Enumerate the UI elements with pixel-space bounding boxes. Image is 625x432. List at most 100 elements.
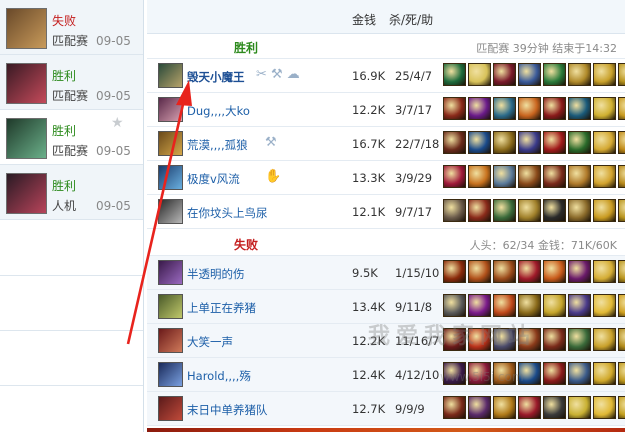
player-name-link[interactable]: 半透明的伤 [187,266,245,282]
trinket-item-icon[interactable] [618,97,625,120]
player-name-link[interactable]: 毁天小魔王 [187,69,245,85]
item-icon[interactable] [443,396,466,419]
player-row[interactable]: 荒漠,,,,孤狼 ⚒ 16.7K 22/7/18 [147,127,625,161]
player-name-link[interactable]: 荒漠,,,,孤狼 [187,137,248,153]
item-icon[interactable] [543,396,566,419]
item-icon[interactable] [443,97,466,120]
trinket-item-icon[interactable] [593,260,616,283]
player-row[interactable]: 毁天小魔王 ✂ ⚒ ☁ 16.9K 25/4/7 [147,59,625,93]
item-icon[interactable] [443,199,466,222]
item-icon[interactable] [518,260,541,283]
item-icon[interactable] [543,199,566,222]
item-icon[interactable] [468,63,491,86]
player-name-link[interactable]: 末日中单养猪队 [187,402,268,418]
item-icon[interactable] [568,199,591,222]
item-icon[interactable] [518,199,541,222]
player-row[interactable]: 末日中单养猪队 12.7K 9/9/9 [147,392,625,426]
item-icon[interactable] [443,63,466,86]
trinket-item-icon[interactable] [618,63,625,86]
match-history-item[interactable]: 胜利 匹配赛 09-05 ★ [0,110,143,165]
item-icon[interactable] [493,63,516,86]
trinket-item-icon[interactable] [593,294,616,317]
item-icon[interactable] [568,165,591,188]
item-icon[interactable] [543,328,566,351]
item-icon[interactable] [568,63,591,86]
item-icon[interactable] [543,294,566,317]
item-icon[interactable] [443,131,466,154]
player-row[interactable]: 极度v风流 ✋ 13.3K 3/9/29 [147,161,625,195]
item-icon[interactable] [518,294,541,317]
player-name-link[interactable]: 在你坟头上鸟尿 [187,205,268,221]
player-row[interactable]: 在你坟头上鸟尿 12.1K 9/7/17 [147,195,625,229]
trinket-item-icon[interactable] [618,260,625,283]
trinket-item-icon[interactable] [593,396,616,419]
favorite-star-icon[interactable]: ★ [111,115,124,131]
player-name-link[interactable]: 上单正在养猪 [187,300,256,316]
player-name-link[interactable]: 极度v风流 [187,171,240,187]
item-icon[interactable] [568,396,591,419]
item-icon[interactable] [468,199,491,222]
trinket-item-icon[interactable] [618,294,625,317]
item-icon[interactable] [443,165,466,188]
trinket-item-icon[interactable] [593,63,616,86]
item-icon[interactable] [443,294,466,317]
champion-portrait [6,173,47,214]
item-icon[interactable] [493,131,516,154]
player-name-link[interactable]: Dug,,,,大ko [187,103,250,119]
item-icon[interactable] [518,131,541,154]
player-row[interactable]: Harold,,,,殇 12.4K 4/12/10 [147,358,625,392]
item-icon[interactable] [543,165,566,188]
item-icon[interactable] [518,97,541,120]
item-icon[interactable] [493,97,516,120]
trinket-item-icon[interactable] [593,131,616,154]
item-icon[interactable] [543,131,566,154]
item-icon[interactable] [568,328,591,351]
item-icon[interactable] [468,396,491,419]
item-icon[interactable] [468,260,491,283]
trinket-item-icon[interactable] [593,97,616,120]
item-icon[interactable] [518,63,541,86]
match-history-item[interactable]: 胜利 匹配赛 09-05 [0,55,143,110]
player-name-link[interactable]: 大笑一声 [187,334,233,350]
item-icon[interactable] [568,362,591,385]
champion-icon [158,328,183,353]
trinket-item-icon[interactable] [593,199,616,222]
item-icon[interactable] [468,165,491,188]
trinket-item-icon[interactable] [618,396,625,419]
player-gold: 12.4K [352,368,386,382]
trinket-item-icon[interactable] [618,165,625,188]
item-icon[interactable] [568,97,591,120]
player-row[interactable]: Dug,,,,大ko 12.2K 3/7/17 [147,93,625,127]
trinket-item-icon[interactable] [618,131,625,154]
item-icon[interactable] [518,396,541,419]
player-name-link[interactable]: Harold,,,,殇 [187,368,251,384]
item-icon[interactable] [543,63,566,86]
match-history-item[interactable]: 失败 匹配赛 09-05 [0,0,143,55]
trinket-item-icon[interactable] [618,362,625,385]
item-icon[interactable] [493,294,516,317]
item-icon[interactable] [568,260,591,283]
trinket-item-icon[interactable] [593,328,616,351]
item-icon[interactable] [468,131,491,154]
item-icon[interactable] [468,97,491,120]
item-icon[interactable] [493,260,516,283]
item-icon[interactable] [543,97,566,120]
item-icon[interactable] [568,294,591,317]
item-icon[interactable] [518,165,541,188]
trinket-item-icon[interactable] [618,328,625,351]
item-icon[interactable] [468,294,491,317]
item-icon[interactable] [543,362,566,385]
trinket-item-icon[interactable] [618,199,625,222]
item-icon[interactable] [493,199,516,222]
item-icon[interactable] [443,260,466,283]
item-icon[interactable] [493,165,516,188]
team-totals: 人头：62/34 金钱：71K/60K [469,239,617,252]
trinket-item-icon[interactable] [593,165,616,188]
player-gold: 13.4K [352,300,386,314]
item-icon[interactable] [543,260,566,283]
trinket-item-icon[interactable] [593,362,616,385]
item-icon[interactable] [568,131,591,154]
match-history-item[interactable]: 胜利 人机 09-05 [0,165,143,220]
item-icon[interactable] [493,396,516,419]
player-row[interactable]: 半透明的伤 9.5K 1/15/10 [147,256,625,290]
